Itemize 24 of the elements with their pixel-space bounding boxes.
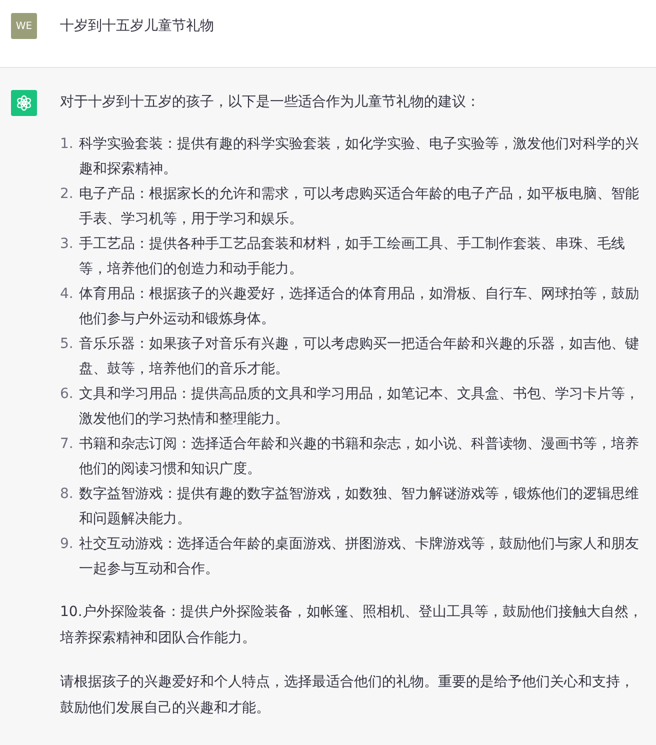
list-number: 6.	[60, 385, 74, 404]
knot-logo-icon	[15, 94, 33, 112]
list-item-text: 手工艺品：提供各种手工艺品套装和材料，如手工绘画工具、手工制作套装、串珠、毛线等，培养他们的创造力和动手能力。	[79, 235, 626, 279]
list-item-text: 社交互动游戏：选择适合年龄的桌面游戏、拼图游戏、卡牌游戏等，鼓励他们与家人和朋友一起参与互动和合作。	[79, 535, 640, 579]
paragraph: 请根据孩子的兴趣爱好和个人特点，选择最适合他们的礼物。重要的是给予他们关心和支持，鼓励他们发展自己的兴趣和才能。	[60, 673, 635, 718]
list-item-text: 体育用品：根据孩子的兴趣爱好，选择适合的体育用品，如滑板、自行车、网球拍等，鼓励他们参与户外运动和锻炼身体。	[79, 285, 640, 329]
list-item-text: 科学实验套装：提供有趣的科学实验套装，如化学实验、电子实验等，激发他们对科学的兴趣和探索精神。	[79, 135, 640, 179]
list-number: 7.	[60, 435, 74, 454]
list-number: 9.	[60, 535, 74, 554]
user-message: 十岁到十五岁儿童节礼物	[60, 17, 214, 36]
list-item-text: 文具和学习用品：提供高品质的文具和学习用品，如笔记本、文具盒、书包、学习卡片等，激发他们的学习热情和整理能力。	[79, 385, 640, 429]
user-avatar: WE	[11, 13, 37, 39]
list-number: 2.	[60, 185, 74, 204]
list-number: 8.	[60, 485, 74, 504]
intro-text: 对于十岁到十五岁的孩子，以下是一些适合作为儿童节礼物的建议：	[60, 93, 481, 112]
list-number: 4.	[60, 285, 74, 304]
paragraph: 10.户外探险装备：提供户外探险装备，如帐篷、照相机、登山工具等，鼓励他们接触大自然，培养探索精神和团队合作能力。	[60, 603, 644, 648]
list-number: 1.	[60, 135, 74, 154]
list-item-text: 书籍和杂志订阅：选择适合年龄和兴趣的书籍和杂志，如小说、科普读物、漫画书等，培养他们的阅读习惯和知识广度。	[79, 435, 640, 479]
list-number: 3.	[60, 235, 74, 254]
list-item-text: 音乐乐器：如果孩子对音乐有兴趣，可以考虑购买一把适合年龄和兴趣的乐器，如吉他、键盘、鼓等，培养他们的音乐才能。	[79, 335, 640, 379]
list-item-text: 数字益智游戏：提供有趣的数字益智游戏，如数独、智力解谜游戏等，锻炼他们的逻辑思维和问题解决能力。	[79, 485, 640, 529]
list-item-text: 电子产品：根据家长的允许和需求，可以考虑购买适合年龄的电子产品，如平板电脑、智能手表、学习机等，用于学习和娱乐。	[79, 185, 640, 229]
list-number: 5.	[60, 335, 74, 354]
